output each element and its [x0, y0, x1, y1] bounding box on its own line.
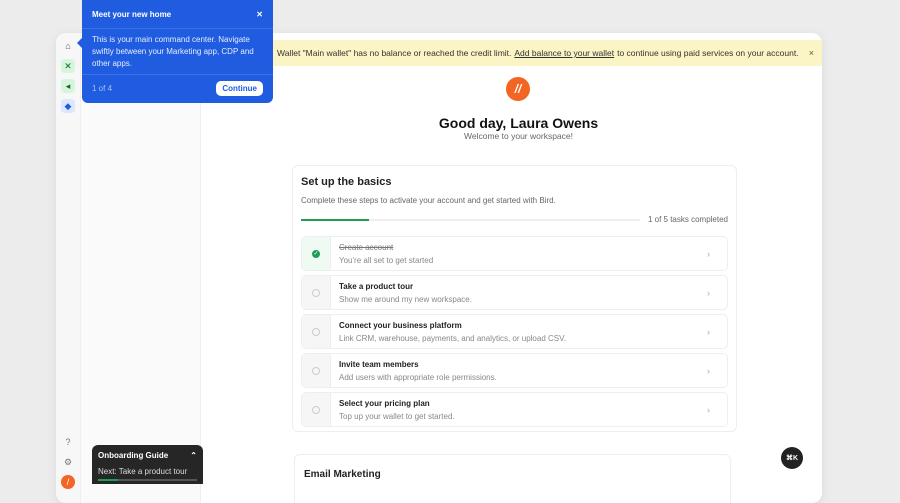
task-subtitle: You're all set to get started	[339, 255, 434, 265]
progress-label: 1 of 5 tasks completed	[647, 215, 728, 224]
chevron-right-icon: ›	[707, 365, 710, 376]
circle-icon	[312, 405, 320, 414]
progress-bar	[301, 218, 640, 221]
chevron-right-icon: ›	[707, 404, 710, 415]
cdp-app-icon[interactable]: ◆	[61, 99, 75, 113]
command-k-button[interactable]: ⌘K	[781, 447, 803, 469]
video-app-icon[interactable]: ◂	[61, 79, 75, 93]
app-rail: ⌂ ✕ ◂ ◆ ? ⚙ /	[56, 33, 81, 503]
chevron-right-icon: ›	[707, 287, 710, 298]
task-item[interactable]: Select your pricing plan Top up your wall…	[301, 392, 728, 427]
app-window: ⌂ ✕ ◂ ◆ ? ⚙ / Wallet "Main wallet" has n…	[56, 33, 822, 503]
task-subtitle: Link CRM, warehouse, payments, and analy…	[339, 333, 566, 343]
tooltip-body: This is your main command center. Naviga…	[82, 29, 273, 75]
settings-icon[interactable]: ⚙	[61, 455, 75, 469]
task-subtitle: Show me around my new workspace.	[339, 294, 472, 304]
banner-text: Wallet "Main wallet" has no balance or r…	[277, 48, 512, 58]
check-icon: ✓	[312, 249, 320, 258]
task-item[interactable]: Invite team members Add users with approp…	[301, 353, 728, 388]
progress-fill	[301, 218, 369, 221]
task-status	[302, 315, 331, 348]
task-status	[302, 354, 331, 387]
task-item[interactable]: ✓ Create account You're all set to get st…	[301, 236, 728, 271]
circle-icon	[312, 366, 320, 375]
setup-progress: 1 of 5 tasks completed	[301, 215, 728, 224]
home-icon[interactable]: ⌂	[61, 39, 75, 53]
marketing-app-icon[interactable]: ✕	[61, 59, 75, 73]
task-title: Create account	[339, 242, 394, 252]
task-title: Invite team members	[339, 359, 419, 369]
task-status	[302, 393, 331, 426]
bird-logo: //	[506, 77, 530, 101]
close-icon[interactable]: ✕	[256, 10, 263, 19]
guide-progress	[98, 479, 197, 481]
task-title: Select your pricing plan	[339, 398, 430, 408]
circle-icon	[312, 327, 320, 336]
onboarding-tooltip: Meet your new home ✕ This is your main co…	[82, 0, 273, 103]
close-icon[interactable]: ×	[809, 48, 814, 58]
chevron-up-icon[interactable]: ⌃	[190, 451, 197, 460]
task-item[interactable]: Connect your business platform Link CRM, …	[301, 314, 728, 349]
onboarding-guide[interactable]: Onboarding Guide ⌃ Next: Take a product t…	[92, 445, 203, 484]
add-balance-link[interactable]: Add balance to your wallet	[514, 48, 614, 58]
avatar[interactable]: /	[61, 475, 75, 489]
chevron-right-icon: ›	[707, 326, 710, 337]
guide-progress-fill	[98, 479, 118, 481]
page-title: Good day, Laura Owens	[438, 115, 599, 131]
task-status: ✓	[302, 237, 331, 270]
continue-button[interactable]: Continue	[216, 81, 263, 96]
setup-card: Set up the basics Complete these steps t…	[292, 165, 737, 432]
tooltip-title: Meet your new home	[92, 9, 172, 19]
setup-title: Set up the basics	[301, 176, 392, 188]
task-title: Connect your business platform	[339, 320, 462, 330]
help-icon[interactable]: ?	[61, 435, 75, 449]
task-subtitle: Add users with appropriate role permissi…	[339, 372, 497, 382]
banner-text-end: to continue using paid services on your …	[617, 48, 799, 58]
guide-title: Onboarding Guide	[98, 451, 169, 460]
email-marketing-card: Email Marketing	[294, 454, 731, 503]
circle-icon	[312, 288, 320, 297]
page-subtitle: Welcome to your workspace!	[464, 131, 573, 141]
task-item[interactable]: Take a product tour Show me around my new…	[301, 275, 728, 310]
guide-next: Next: Take a product tour	[98, 467, 188, 476]
secondary-sidebar	[81, 33, 201, 503]
wallet-banner: Wallet "Main wallet" has no balance or r…	[270, 40, 822, 66]
task-title: Take a product tour	[339, 281, 414, 291]
setup-description: Complete these steps to activate your ac…	[301, 196, 556, 205]
task-subtitle: Top up your wallet to get started.	[339, 411, 455, 421]
email-marketing-title: Email Marketing	[304, 469, 381, 480]
task-status	[302, 276, 331, 309]
tooltip-step: 1 of 4	[92, 84, 113, 93]
chevron-right-icon: ›	[707, 248, 710, 259]
